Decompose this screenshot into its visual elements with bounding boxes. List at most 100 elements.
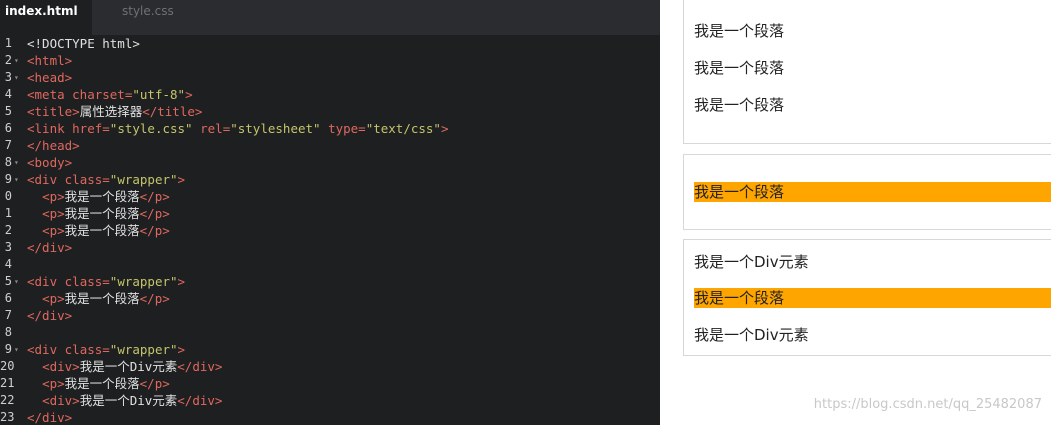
code-text: </head> [27,137,80,154]
code-token: <div> [42,393,80,408]
code-token: 我是一个段落 [64,223,140,238]
code-token: </p> [139,376,170,391]
code-token: 我是一个Div元素 [79,393,178,408]
code-line[interactable]: 21 <p>我是一个段落</p> [0,375,660,392]
code-token: 我是一个段落 [64,206,140,221]
code-line[interactable]: 6 <p>我是一个段落</p> [0,290,660,307]
code-token: </title> [142,104,203,119]
code-token: 我是一个Div元素 [79,359,178,374]
code-text: <head> [27,69,72,86]
code-token: </div> [27,240,73,255]
fold-arrow-icon[interactable]: ▾ [14,273,19,290]
watermark: https://blog.csdn.net/qq_25482087 [813,397,1042,412]
code-text: <p>我是一个段落</p> [27,205,170,222]
code-line[interactable]: 0 <p>我是一个段落</p> [0,188,660,205]
code-line[interactable]: 4 <meta charset="utf-8"> [0,86,660,103]
line-number: 3 [4,240,12,254]
code-text: <body> [27,154,72,171]
line-number: 9 [4,172,12,186]
line-number: 20 [0,359,15,373]
code-editor[interactable]: index.html style.css 1 <!DOCTYPE html> 2 ▾ <… [0,0,660,425]
code-token: </div> [177,359,223,374]
code-line[interactable]: 5 ▾ <div class="wrapper"> [0,273,660,290]
code-line[interactable]: 9 ▾ <div class="wrapper"> [0,171,660,188]
code-line[interactable]: 22 <div>我是一个Div元素</div> [0,392,660,409]
line-number: 8 [4,155,12,169]
code-line[interactable]: 3 ▾ <head> [0,69,660,86]
line-number: 5 [4,274,12,288]
code-text: <div class="wrapper"> [27,273,185,290]
fold-arrow-icon[interactable]: ▾ [14,171,19,188]
code-token: <div [27,274,65,289]
code-token: "wrapper" [109,274,178,289]
line-number: 2 [4,223,12,237]
code-text: </div> [27,409,72,425]
code-token: "wrapper" [109,342,178,357]
code-token: > [185,87,193,102]
code-token: "utf-8" [132,87,186,102]
code-text: <title>属性选择器</title> [27,103,202,120]
code-token: > [177,274,186,289]
code-token: class= [64,172,110,187]
div-element: 我是一个Div元素 [694,326,809,344]
line-number: 22 [0,393,15,407]
code-line[interactable]: 7 </head> [0,137,660,154]
code-line[interactable]: 6 <link href="style.css" rel="stylesheet"… [0,120,660,137]
paragraph: 我是一个段落 [694,59,785,77]
fold-arrow-icon[interactable]: ▾ [14,154,19,171]
code-line[interactable]: 3 </div> [0,239,660,256]
code-line[interactable]: 7 </div> [0,307,660,324]
paragraph: 我是一个段落 [694,22,785,40]
line-number: 4 [4,257,12,271]
paragraph: 我是一个段落 [694,96,785,114]
code-line[interactable]: 1 <p>我是一个段落</p> [0,205,660,222]
fold-arrow-icon[interactable]: ▾ [14,69,19,86]
wrapper-box-1: 我是一个段落 我是一个段落 我是一个段落 [683,0,1051,144]
code-token: <!DOCTYPE html> [27,36,140,51]
code-text: <link href="style.css" rel="stylesheet" … [27,120,449,137]
line-number: 23 [0,410,15,424]
line-number: 3 [4,70,12,84]
tab-style-css[interactable]: style.css [122,0,174,24]
code-token: </p> [139,291,170,306]
fold-arrow-icon[interactable]: ▾ [14,52,19,69]
code-token: </p> [139,206,170,221]
code-line[interactable]: 1 <!DOCTYPE html> [0,35,660,52]
line-number: 1 [4,36,12,50]
code-line[interactable]: 2 <p>我是一个段落</p> [0,222,660,239]
line-number: 6 [4,291,12,305]
code-token: type= [320,121,366,136]
code-line[interactable]: 9 ▾ <div class="wrapper"> [0,341,660,358]
code-area[interactable]: 1 <!DOCTYPE html> 2 ▾ <html> 3 ▾ <head> 4 <meta c… [0,35,660,425]
code-text: <p>我是一个段落</p> [27,222,170,239]
code-token: 我是一个段落 [64,189,140,204]
wrapper-box-2: 我是一个段落 [683,154,1051,230]
code-line[interactable]: 8 ▾ <body> [0,154,660,171]
code-line[interactable]: 20 <div>我是一个Div元素</div> [0,358,660,375]
code-line[interactable]: 23 </div> [0,409,660,425]
tab-index-html[interactable]: index.html [0,0,92,35]
code-line[interactable]: 5 <title>属性选择器</title> [0,103,660,120]
line-number: 1 [4,206,12,220]
fold-arrow-icon[interactable]: ▾ [14,341,19,358]
line-number: 6 [4,121,12,135]
code-token: </div> [27,410,73,425]
code-line[interactable]: 2 ▾ <html> [0,52,660,69]
code-token: class= [64,342,110,357]
code-text: <p>我是一个段落</p> [27,290,170,307]
code-text: <div class="wrapper"> [27,341,185,358]
code-line[interactable]: 4 [0,256,660,273]
code-token: > [177,342,186,357]
wrapper-box-3: 我是一个Div元素 我是一个段落 我是一个Div元素 [683,239,1051,356]
browser-preview: 我是一个段落 我是一个段落 我是一个段落 我是一个段落 我是一个Div元素 我是… [660,0,1051,425]
code-token: "text/css" [365,121,441,136]
code-token: <meta [27,87,73,102]
code-text: <p>我是一个段落</p> [27,188,170,205]
code-token: "wrapper" [109,172,178,187]
code-line[interactable]: 8 [0,324,660,341]
